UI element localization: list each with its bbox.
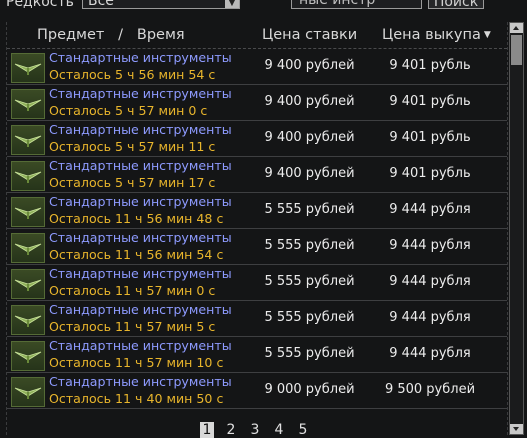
time-remaining: Осталось 5 ч 56 мин 54 с xyxy=(49,67,216,82)
item-name[interactable]: Стандартные инструменты xyxy=(49,230,232,245)
search-input-value: ные инстр xyxy=(299,0,376,8)
rarity-label: Редкость xyxy=(6,0,74,10)
table-header: Предмет / Время Цена ставки Цена выкупа ▼ xyxy=(7,22,507,49)
buyout-price: 9 444 рубля xyxy=(389,202,471,217)
time-remaining: Осталось 11 ч 56 мин 54 с xyxy=(49,247,224,262)
table-row[interactable]: Стандартные инструменты Осталось 5 ч 57 м… xyxy=(7,121,507,157)
item-name[interactable]: Стандартные инструменты xyxy=(49,158,232,173)
buyout-price: 9 500 рублей xyxy=(384,382,476,397)
page-4-link[interactable]: 4 xyxy=(272,422,286,438)
time-remaining: Осталось 11 ч 40 мин 50 с xyxy=(49,391,224,406)
rarity-select[interactable]: Все ▼ xyxy=(82,0,240,9)
column-header-buyout[interactable]: Цена выкупа ▼ xyxy=(382,27,491,43)
tools-icon xyxy=(11,341,45,371)
page-5-link[interactable]: 5 xyxy=(296,422,310,438)
tools-icon xyxy=(11,233,45,263)
time-remaining: Осталось 11 ч 56 мин 48 с xyxy=(49,211,224,226)
tools-icon xyxy=(11,53,45,83)
tools-icon xyxy=(11,377,45,407)
table-row[interactable]: Стандартные инструменты Осталось 11 ч 40 … xyxy=(7,373,507,409)
item-name[interactable]: Стандартные инструменты xyxy=(49,194,232,209)
time-remaining: Осталось 11 ч 57 мин 5 с xyxy=(49,319,216,334)
buyout-price: 9 444 рубля xyxy=(389,238,471,253)
time-remaining: Осталось 11 ч 57 мин 10 с xyxy=(49,355,224,370)
buyout-price: 9 401 рубль xyxy=(389,58,471,73)
column-header-buyout-label: Цена выкупа xyxy=(382,27,481,43)
item-name[interactable]: Стандартные инструменты xyxy=(49,266,232,281)
chevron-down-icon[interactable]: ▼ xyxy=(225,0,239,8)
time-remaining: Осталось 5 ч 57 мин 11 с xyxy=(49,139,216,154)
buyout-price: 9 401 рубль xyxy=(389,130,471,145)
buyout-price: 9 401 рубль xyxy=(389,166,471,181)
filter-bar: Редкость Все ▼ ные инстр Поиск xyxy=(0,0,527,12)
tools-icon xyxy=(11,161,45,191)
time-remaining: Осталось 5 ч 57 мин 0 с xyxy=(49,103,208,118)
table-row[interactable]: Стандартные инструменты Осталось 5 ч 57 м… xyxy=(7,157,507,193)
buyout-price: 9 401 рубль xyxy=(389,94,471,109)
item-name[interactable]: Стандартные инструменты xyxy=(49,86,232,101)
scroll-up-button[interactable] xyxy=(510,23,523,33)
table-row[interactable]: Стандартные инструменты Осталось 11 ч 57 … xyxy=(7,337,507,373)
buyout-price: 9 444 рубля xyxy=(389,310,471,325)
item-name[interactable]: Стандартные инструменты xyxy=(49,122,232,137)
tools-icon xyxy=(11,197,45,227)
table-row[interactable]: Стандартные инструменты Осталось 11 ч 56 … xyxy=(7,193,507,229)
search-button[interactable]: Поиск xyxy=(428,0,484,10)
tools-icon xyxy=(11,269,45,299)
buyout-price: 9 444 рубля xyxy=(389,274,471,289)
buyout-price: 9 444 рубля xyxy=(389,346,471,361)
table-row[interactable]: Стандартные инструменты Осталось 5 ч 56 м… xyxy=(7,49,507,85)
rarity-select-value: Все xyxy=(88,0,114,9)
table-row[interactable]: Стандартные инструменты Осталось 11 ч 57 … xyxy=(7,301,507,337)
page-2-link[interactable]: 2 xyxy=(224,422,238,438)
tools-icon xyxy=(11,125,45,155)
page-3-link[interactable]: 3 xyxy=(248,422,262,438)
item-name[interactable]: Стандартные инструменты xyxy=(49,338,232,353)
page-1-link[interactable]: 1 xyxy=(200,422,214,438)
item-name[interactable]: Стандартные инструменты xyxy=(49,302,232,317)
auction-list-panel: Предмет / Время Цена ставки Цена выкупа ▼… xyxy=(6,22,508,435)
scrollbar[interactable] xyxy=(509,22,524,435)
auction-rows: Стандартные инструменты Осталось 5 ч 56 м… xyxy=(7,49,507,409)
table-row[interactable]: Стандартные инструменты Осталось 11 ч 57 … xyxy=(7,265,507,301)
tools-icon xyxy=(11,305,45,335)
column-header-item-time[interactable]: Предмет / Время xyxy=(37,27,185,43)
item-name[interactable]: Стандартные инструменты xyxy=(49,374,232,389)
table-row[interactable]: Стандартные инструменты Осталось 11 ч 56 … xyxy=(7,229,507,265)
time-remaining: Осталось 11 ч 57 мин 0 с xyxy=(49,283,216,298)
scroll-down-button[interactable] xyxy=(510,424,523,434)
search-input[interactable]: ные инстр xyxy=(291,0,422,9)
table-row[interactable]: Стандартные инструменты Осталось 5 ч 57 м… xyxy=(7,85,507,121)
column-header-bid[interactable]: Цена ставки xyxy=(262,27,357,43)
scroll-thumb[interactable] xyxy=(511,35,522,65)
sort-desc-icon: ▼ xyxy=(483,30,491,40)
tools-icon xyxy=(11,89,45,119)
time-remaining: Осталось 5 ч 57 мин 17 с xyxy=(49,175,216,190)
item-name[interactable]: Стандартные инструменты xyxy=(49,50,232,65)
